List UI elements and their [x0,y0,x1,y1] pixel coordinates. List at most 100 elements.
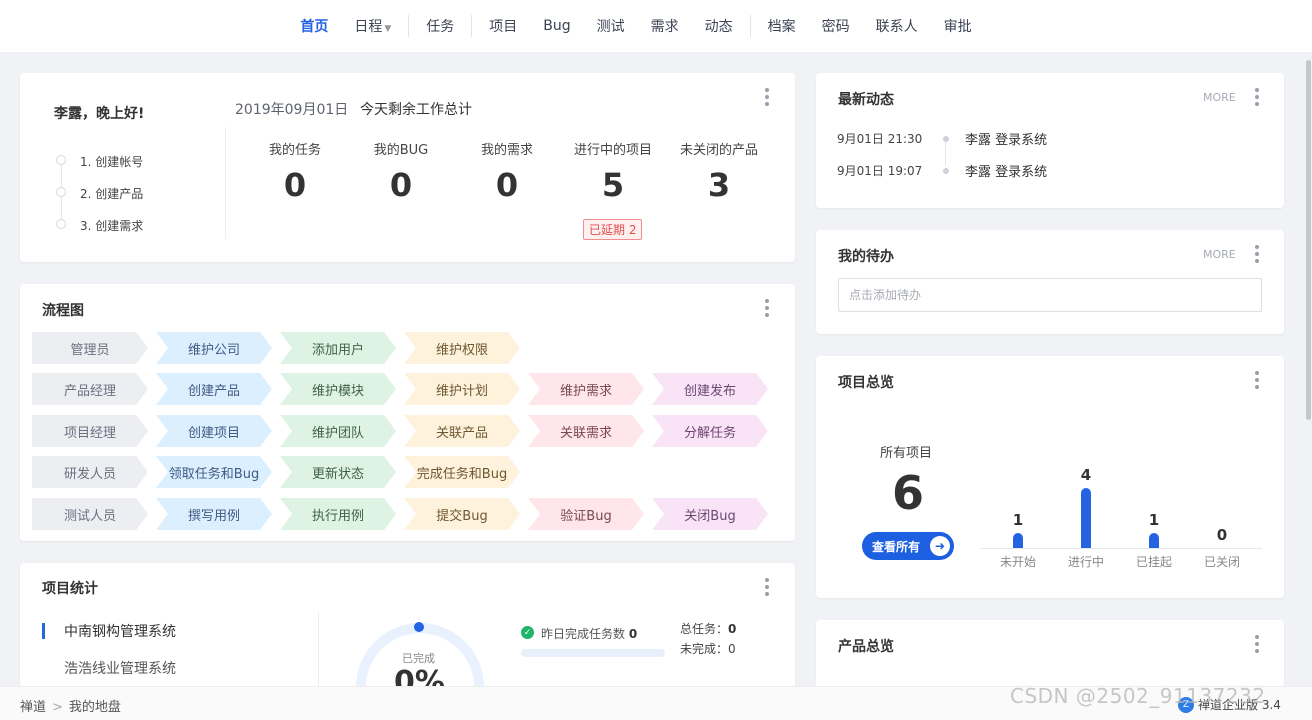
nav-item[interactable]: 档案 [755,16,809,36]
flow-step[interactable]: 创建产品 [156,373,272,405]
step-create-story[interactable]: 3. 创建需求 [54,209,143,241]
flow-step[interactable]: 分解任务 [652,415,768,447]
chart-category-label: 已挂起 [1135,555,1172,569]
nav-item[interactable]: Bug [530,18,583,34]
stat-label: 我的BUG [373,143,429,158]
timeline-dot-icon [943,136,949,142]
nav-item[interactable]: 项目 [476,16,530,36]
flow-step[interactable]: 执行用例 [280,498,396,530]
scrollbar-thumb[interactable] [1306,60,1311,420]
step-label: 1. 创建帐号 [80,154,144,169]
breadcrumb-home[interactable]: 禅道 [20,700,46,715]
nav-item-label: 项目 [489,19,518,35]
chart-bar [1013,533,1023,548]
more-menu-icon[interactable] [1255,245,1259,263]
more-menu-icon[interactable] [765,88,769,106]
step-label: 2. 创建产品 [80,186,144,201]
nav-item[interactable]: 日程 ▼ [341,16,404,36]
flow-step[interactable]: 维护团队 [280,415,396,447]
flow-role: 研发人员 [32,456,148,488]
nav-item[interactable]: 首页 [287,16,341,36]
project-item[interactable]: 浩浩线业管理系统 [64,658,176,678]
nav-separator [749,15,751,37]
flow-step[interactable]: 维护模块 [280,373,396,405]
flow-step[interactable]: 维护公司 [156,332,272,364]
view-all-button[interactable]: 查看所有 ➜ [862,532,954,560]
nav-item-label: 需求 [650,19,679,35]
total-tasks-value: 0 [728,622,737,636]
activity-time: 9月01日 19:07 [837,164,923,178]
flow-step[interactable]: 创建发布 [652,373,768,405]
flow-step[interactable]: 维护权限 [404,332,520,364]
nav-item[interactable]: 联系人 [863,16,931,36]
stat-value: 0 [495,166,519,204]
step-create-account[interactable]: 1. 创建帐号 [54,145,143,177]
flow-step[interactable]: 领取任务和Bug [156,456,272,488]
more-menu-icon[interactable] [1255,371,1259,389]
view-all-label: 查看所有 [872,539,921,554]
chart-axis [980,548,1262,549]
flow-step[interactable]: 关联需求 [528,415,644,447]
flow-step[interactable]: 验证Bug [528,498,644,530]
unfinished-label: 未完成： [680,642,729,656]
chart-value-label: 4 [1080,466,1092,484]
breadcrumb-current[interactable]: 我的地盘 [69,700,121,715]
activity-text[interactable]: 李露 登录系统 [965,161,1047,180]
stat-my-stories[interactable]: 我的需求 0 [452,139,562,204]
nav-item[interactable]: 动态 [692,16,746,36]
delayed-badge[interactable]: 已延期 2 [583,219,643,240]
flow-step[interactable]: 关联产品 [404,415,520,447]
progress-bar [521,649,665,657]
activity-text[interactable]: 李露 登录系统 [965,129,1047,148]
flow-row: 研发人员 领取任务和Bug 更新状态 完成任务和Bug [32,456,528,490]
nav-item[interactable]: 需求 [638,16,692,36]
nav-item[interactable]: 测试 [584,16,638,36]
completed-label: 已完成 [402,652,435,665]
nav-item[interactable]: 密码 [809,16,863,36]
flow-step[interactable]: 完成任务和Bug [404,456,520,488]
greeting: 李露，晚上好! [54,106,145,122]
project-item[interactable]: 中南钢构管理系统 [42,621,176,641]
yesterday-label: 昨日完成任务数 [541,627,626,641]
activity-card: 最新动态 MORE 9月01日 21:30 李露 登录系统 9月01日 19:0… [816,73,1284,208]
chart-category-label: 未开始 [999,555,1036,569]
todo-more-link[interactable]: MORE [1203,248,1236,261]
flow-step[interactable]: 创建项目 [156,415,272,447]
watermark: CSDN @2502_91137232 [1010,684,1266,708]
flow-step[interactable]: 更新状态 [280,456,396,488]
more-menu-icon[interactable] [765,299,769,317]
nav-item-label: 日程 [354,19,383,35]
nav-item-label: 档案 [767,19,796,35]
more-menu-icon[interactable] [1255,88,1259,106]
nav-item-label: Bug [543,18,571,34]
stat-my-bugs[interactable]: 我的BUG 0 [346,139,456,204]
more-menu-icon[interactable] [765,578,769,596]
stat-open-products[interactable]: 未关闭的产品 3 [664,139,774,204]
nav-items: 首页 日程 ▼ 任务 项目 Bug 测试 需求 动态 档案 密码 联系人 审批 [287,15,984,37]
today-date: 2019年09月01日 [235,102,349,118]
flow-step[interactable]: 提交Bug [404,498,520,530]
nav-item[interactable]: 任务 [413,16,467,36]
onboarding-steps: 1. 创建帐号 2. 创建产品 3. 创建需求 [54,145,143,241]
nav-item-label: 首页 [300,19,329,35]
project-overview-title: 项目总览 [838,375,894,391]
flow-title: 流程图 [42,303,84,319]
progress-ring-marker [414,622,424,632]
flow-step[interactable]: 维护计划 [404,373,520,405]
activity-title: 最新动态 [838,92,894,108]
stat-my-tasks[interactable]: 我的任务 0 [240,139,350,204]
nav-item-label: 任务 [426,19,455,35]
stat-ongoing-projects[interactable]: 进行中的项目 5 [558,139,668,204]
flow-step[interactable]: 添加用户 [280,332,396,364]
nav-item[interactable]: 审批 [931,16,985,36]
remaining-work-title: 今天剩余工作总计 [360,102,472,118]
more-menu-icon[interactable] [1255,635,1259,653]
step-create-product[interactable]: 2. 创建产品 [54,177,143,209]
flow-step[interactable]: 撰写用例 [156,498,272,530]
flow-step[interactable]: 关闭Bug [652,498,768,530]
add-todo-input[interactable] [838,278,1262,312]
check-circle-icon: ✓ [521,626,534,639]
product-overview-title: 产品总览 [838,639,894,655]
flow-step[interactable]: 维护需求 [528,373,644,405]
activity-more-link[interactable]: MORE [1203,91,1236,104]
